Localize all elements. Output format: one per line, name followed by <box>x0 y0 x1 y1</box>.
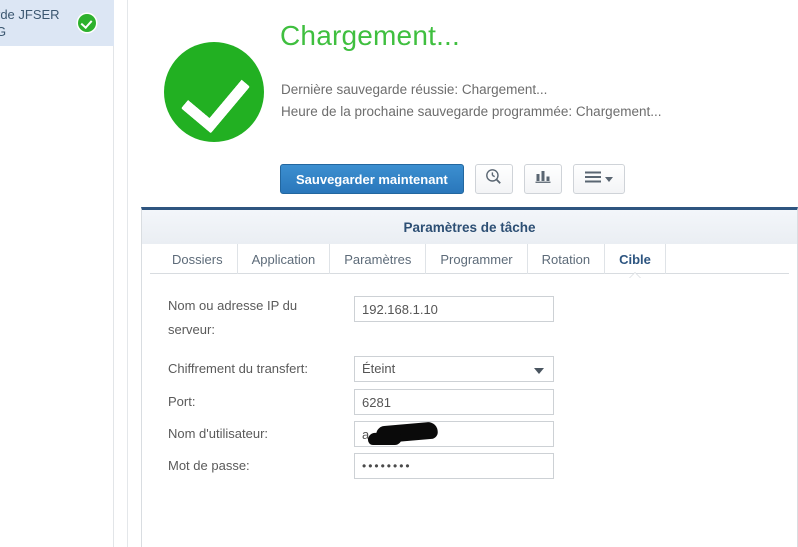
tab-dossiers[interactable]: Dossiers <box>158 244 238 274</box>
tab-application[interactable]: Application <box>238 244 331 274</box>
tab-rotation[interactable]: Rotation <box>528 244 606 274</box>
task-list-item-label: rde JFSER G <box>0 7 60 39</box>
port-label: Port: <box>168 394 196 409</box>
server-control <box>354 296 554 322</box>
field-row-server: Nom ou adresse IP du serveur: <box>168 296 778 337</box>
task-list-item-selected[interactable]: rde JFSER G <box>0 0 114 46</box>
tab-parametres[interactable]: Paramètres <box>330 244 427 274</box>
pane-gutter <box>115 0 134 547</box>
page-title: Chargement... <box>280 20 461 51</box>
username-label: Nom d'utilisateur: <box>168 426 269 441</box>
next-backup-status: Heure de la prochaine sauvegarde program… <box>281 104 662 119</box>
chevron-down-icon <box>534 368 544 374</box>
app-root: rde JFSER G Chargement... Dernière sauve… <box>0 0 798 547</box>
task-detail-pane: Chargement... Dernière sauvegarde réussi… <box>134 0 798 547</box>
settings-tab-bar: Dossiers Application Paramètres Programm… <box>142 244 797 274</box>
encryption-label: Chiffrement du transfert: <box>168 361 308 376</box>
clock-search-icon <box>485 168 502 190</box>
username-control <box>354 421 554 447</box>
large-green-check-circle-icon <box>164 42 264 142</box>
panel-title: Paramètres de tâche <box>403 219 536 235</box>
statistics-button[interactable] <box>523 164 562 194</box>
check-circle-icon <box>78 14 96 32</box>
action-toolbar: Sauvegarder maintenant <box>280 164 625 194</box>
server-input[interactable] <box>354 296 554 322</box>
password-label: Mot de passe: <box>168 458 250 473</box>
history-button[interactable] <box>474 164 513 194</box>
hamburger-menu-icon <box>584 170 601 188</box>
port-input[interactable] <box>354 389 554 415</box>
password-control: •••••••• <box>354 453 554 479</box>
field-row-encryption: Chiffrement du transfert: Éteint <box>168 356 778 382</box>
server-label: Nom ou adresse IP du serveur: <box>168 298 298 337</box>
more-actions-button[interactable] <box>572 164 625 194</box>
task-summary: Chargement... Dernière sauvegarde réussi… <box>134 0 798 207</box>
encryption-select[interactable]: Éteint <box>354 356 554 382</box>
field-row-username: Nom d'utilisateur: <box>168 421 778 447</box>
encryption-control: Éteint <box>354 356 554 382</box>
pane-divider <box>127 0 128 547</box>
tab-programmer[interactable]: Programmer <box>426 244 528 274</box>
task-list-sidebar: rde JFSER G <box>0 0 114 547</box>
field-row-port: Port: <box>168 389 778 415</box>
backup-now-button[interactable]: Sauvegarder maintenant <box>280 164 464 194</box>
panel-header: Paramètres de tâche <box>142 210 797 244</box>
chevron-down-icon <box>604 176 613 182</box>
password-input[interactable]: •••••••• <box>354 453 554 479</box>
tab-cible[interactable]: Cible <box>605 244 666 274</box>
encryption-selected-value: Éteint <box>362 361 396 376</box>
task-settings-panel: Paramètres de tâche Dossiers Application… <box>141 207 798 547</box>
port-control <box>354 389 554 415</box>
bar-chart-icon <box>535 169 551 189</box>
tab-bar-left-spacer <box>142 244 158 274</box>
field-row-password: Mot de passe: •••••••• <box>168 453 778 479</box>
last-backup-status: Dernière sauvegarde réussie: Chargement.… <box>281 82 548 97</box>
